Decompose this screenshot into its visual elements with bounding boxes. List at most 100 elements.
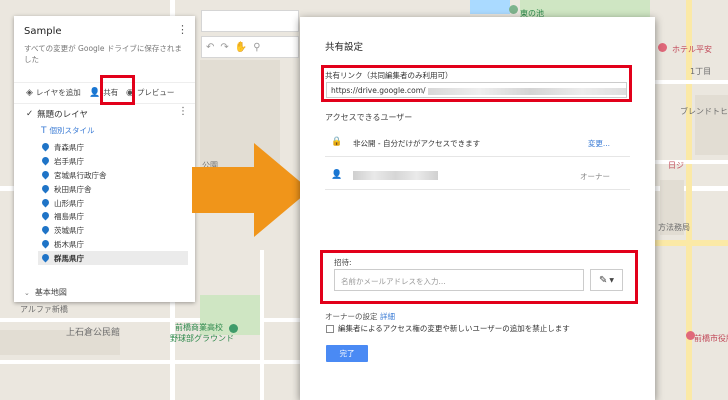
map-pin-icon [42, 212, 49, 221]
map-label: 前橋商業高校 [175, 323, 223, 332]
more-vert-icon[interactable]: ⋮ [177, 24, 188, 35]
dialog-title: 共有設定 [325, 42, 364, 53]
place-item[interactable]: 岩手県庁 [38, 155, 188, 169]
redo-icon[interactable]: ↷ [220, 42, 228, 53]
add-layer-label: レイヤを追加 [35, 88, 81, 97]
chevron-down-icon: ⌄ [24, 288, 30, 297]
place-item[interactable]: 青森県庁 [38, 141, 188, 155]
map-search-box[interactable] [201, 10, 299, 32]
map-label: ブレンドトヒ [680, 107, 728, 116]
map-pin-icon [42, 254, 49, 263]
map-editor-panel: Sample ⋮ すべての変更が Google ドライブに保存されました ◈ レ… [14, 16, 195, 302]
place-label: 宮城県行政庁舎 [54, 170, 107, 180]
place-label: 群馬県庁 [54, 253, 84, 263]
place-label: 福島県庁 [54, 212, 84, 222]
access-row-owner: 👤 オーナー [325, 162, 630, 190]
layer-more-icon[interactable]: ⋮ [178, 107, 188, 117]
map-pin-icon [42, 143, 49, 152]
owner-settings-label: オーナーの設定 [325, 312, 378, 321]
save-status: すべての変更が Google ドライブに保存されました [24, 44, 182, 64]
caret-down-icon: ▼ [609, 276, 614, 284]
map-pin-icon [42, 171, 49, 180]
invite-input[interactable]: 名前かメールアドレスを入力... [334, 269, 584, 291]
map-label: 前橋市役所 [694, 334, 728, 343]
lock-icon: 🔒 [331, 137, 343, 147]
map-label: ホテル平安 [672, 45, 712, 54]
style-link[interactable]: T 個別スタイル [41, 125, 95, 136]
place-label: 山形県庁 [54, 198, 84, 208]
undo-icon[interactable]: ↶ [206, 42, 214, 53]
share-link-label: 共有リンク（共同編集者のみ利用可） [325, 71, 453, 80]
restrict-editors-checkbox[interactable] [326, 324, 334, 333]
map-road [260, 250, 264, 400]
done-button[interactable]: 完了 [326, 345, 368, 362]
base-map-toggle[interactable]: ⌄ 基本地図 [24, 287, 67, 298]
place-label: 栃木県庁 [54, 239, 84, 249]
place-item[interactable]: 群馬県庁 [38, 251, 188, 266]
layers-icon: ◈ [26, 87, 33, 98]
map-label: アルファ新橋 [20, 305, 68, 314]
map-road [0, 360, 300, 364]
map-block [695, 95, 728, 155]
marker-icon[interactable]: ⚲ [253, 42, 260, 53]
check-icon[interactable]: ✓ [26, 109, 33, 119]
redacted-owner-name [353, 171, 438, 180]
place-item[interactable]: 秋田県庁舎 [38, 182, 188, 196]
add-layer-button[interactable]: ◈ レイヤを追加 [26, 87, 81, 98]
redacted-link [427, 87, 626, 95]
access-row-private: 🔒 非公開 - 自分だけがアクセスできます 変更... [325, 129, 630, 157]
cityhall-poi-icon[interactable] [686, 331, 695, 340]
map-label: 1丁目 [690, 67, 712, 76]
map-title[interactable]: Sample [24, 26, 62, 37]
map-pin-icon [42, 240, 49, 249]
person-add-icon: 👤 [89, 87, 101, 98]
right-arrow-icon [192, 143, 310, 237]
owner-detail-link[interactable]: 詳細 [380, 311, 395, 322]
preview-label: プレビュー [136, 88, 175, 97]
map-label: 野球部グラウンド [170, 334, 234, 343]
permission-dropdown[interactable]: ✎ ▼ [590, 269, 623, 291]
style-link-label: 個別スタイル [49, 126, 95, 135]
map-pin-icon [42, 226, 49, 235]
place-label: 茨城県庁 [54, 226, 84, 236]
person-icon: 👤 [331, 170, 343, 180]
place-item[interactable]: 山形県庁 [38, 196, 188, 210]
place-item[interactable]: 茨城県庁 [38, 224, 188, 238]
hotel-poi-icon[interactable] [658, 43, 667, 52]
map-label: 日ジ [668, 161, 684, 170]
change-access-link[interactable]: 変更... [588, 138, 610, 149]
hand-icon[interactable]: ✋ [235, 42, 247, 53]
map-pin-icon [42, 185, 49, 194]
map-road [686, 0, 692, 400]
map-pin-icon [42, 157, 49, 166]
map-road [655, 80, 728, 84]
invite-label: 招待: [334, 258, 352, 267]
layer-name: 無題のレイヤ [37, 110, 88, 120]
layer-header[interactable]: ✓ 無題のレイヤ [26, 108, 88, 120]
place-item[interactable]: 栃木県庁 [38, 238, 188, 252]
base-map-label: 基本地図 [34, 288, 67, 297]
share-settings-dialog: 共有設定 共有リンク（共同編集者のみ利用可） https://drive.goo… [300, 17, 655, 400]
restrict-editors-row[interactable]: 編集者によるアクセス権の変更や新しいユーザーの追加を禁止します [326, 323, 570, 334]
private-status: 非公開 - 自分だけがアクセスできます [353, 139, 481, 148]
share-link-value: https://drive.google.com/ [331, 86, 426, 95]
share-link-field[interactable]: https://drive.google.com/ [326, 82, 627, 98]
restrict-editors-label: 編集者によるアクセス権の変更や新しいユーザーの追加を禁止します [338, 324, 570, 333]
owner-role: オーナー [580, 172, 610, 181]
access-title: アクセスできるユーザー [325, 113, 413, 122]
map-road [655, 160, 728, 164]
map-water [470, 0, 510, 14]
pencil-icon: ✎ [598, 274, 608, 286]
share-highlight-box [100, 75, 135, 105]
map-pin-icon [42, 199, 49, 208]
places-list: 青森県庁岩手県庁宮城県行政庁舎 秋田県庁舎山形県庁福島県庁茨城県庁栃木県庁群馬県庁 [38, 141, 188, 266]
place-label: 岩手県庁 [54, 157, 84, 167]
map-toolbar: ↶ ↷ ✋ ⚲ [201, 36, 299, 58]
place-item[interactable]: 宮城県行政庁舎 [38, 169, 188, 183]
map-label: 方法務局 [658, 223, 690, 232]
place-item[interactable]: 福島県庁 [38, 210, 188, 224]
school-poi-icon[interactable] [229, 324, 238, 333]
park-poi-icon[interactable] [509, 5, 518, 14]
paint-roller-icon: T [41, 125, 47, 136]
place-label: 秋田県庁舎 [54, 184, 92, 194]
